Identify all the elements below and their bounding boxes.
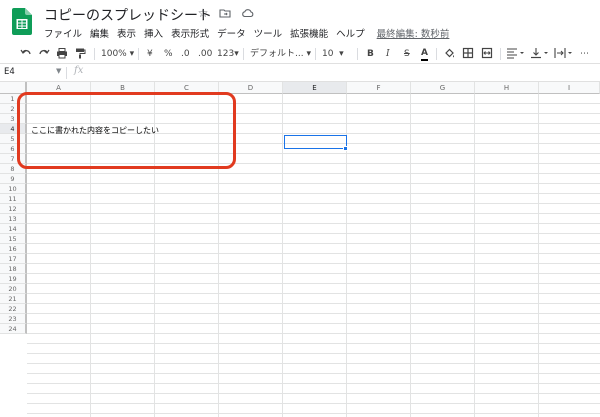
text-color-button[interactable]: A (421, 47, 428, 61)
row-header-15[interactable]: 15 (0, 234, 27, 244)
undo-icon[interactable] (20, 47, 32, 59)
merge-cells-icon[interactable] (481, 47, 493, 59)
annotation-highlight-box (17, 92, 236, 169)
column-header-i[interactable]: I (539, 82, 600, 94)
menu-edit[interactable]: 編集 (90, 26, 109, 40)
vertical-align-icon[interactable] (530, 47, 550, 59)
menu-help[interactable]: ヘルプ (336, 26, 365, 40)
more-options-icon[interactable]: ⋯ (580, 47, 590, 61)
column-header-f[interactable]: F (347, 82, 411, 94)
more-formats-select[interactable]: 123▾ (217, 47, 239, 61)
decrease-decimal-button[interactable]: .0 (181, 47, 190, 61)
row-header-16[interactable]: 16 (0, 244, 27, 254)
menu-format[interactable]: 表示形式 (171, 26, 209, 40)
row-header-24[interactable]: 24 (0, 324, 27, 334)
borders-icon[interactable] (462, 47, 474, 59)
row-header-10[interactable]: 10 (0, 184, 27, 194)
row-header-13[interactable]: 13 (0, 214, 27, 224)
percent-format-button[interactable]: % (164, 47, 173, 61)
last-edit-link[interactable]: 最終編集: 数秒前 (377, 26, 450, 40)
chevron-down-icon[interactable]: ▼ (56, 67, 61, 75)
formula-bar: E4 ▼ fx (0, 64, 600, 82)
row-header-23[interactable]: 23 (0, 314, 27, 324)
menu-insert[interactable]: 挿入 (144, 26, 163, 40)
row-header-20[interactable]: 20 (0, 284, 27, 294)
increase-decimal-button[interactable]: .00 (198, 47, 212, 61)
row-header-21[interactable]: 21 (0, 294, 27, 304)
toolbar: 100% ▾ ¥ % .0 .00 123▾ デフォルト... ▾ 10 ▾ B… (0, 44, 600, 64)
print-icon[interactable] (56, 47, 68, 59)
document-title[interactable]: コピーのスプレッドシート (44, 5, 212, 25)
horizontal-align-icon[interactable] (506, 47, 526, 59)
currency-format-button[interactable]: ¥ (147, 47, 153, 61)
cloud-status-icon[interactable] (240, 6, 254, 22)
paint-format-icon[interactable] (74, 47, 86, 59)
move-folder-icon[interactable] (218, 6, 232, 22)
name-box[interactable]: E4 (4, 67, 15, 77)
menu-file[interactable]: ファイル (44, 26, 82, 40)
title-icons: ☆ (196, 6, 254, 22)
redo-icon[interactable] (38, 47, 50, 59)
column-header-h[interactable]: H (475, 82, 539, 94)
menu-view[interactable]: 表示 (117, 26, 136, 40)
font-family-select[interactable]: デフォルト... ▾ (250, 47, 311, 61)
menu-data[interactable]: データ (217, 26, 246, 40)
row-header-17[interactable]: 17 (0, 254, 27, 264)
menu-extensions[interactable]: 拡張機能 (290, 26, 328, 40)
row-header-12[interactable]: 12 (0, 204, 27, 214)
menu-tools[interactable]: ツール (254, 26, 283, 40)
star-icon[interactable]: ☆ (196, 6, 210, 22)
row-header-11[interactable]: 11 (0, 194, 27, 204)
active-cell-selection[interactable] (284, 135, 347, 149)
bold-button[interactable]: B (367, 47, 374, 61)
function-icon: fx (74, 65, 84, 76)
text-wrap-icon[interactable] (554, 47, 574, 59)
italic-button[interactable]: I (386, 47, 390, 61)
zoom-select[interactable]: 100% ▾ (101, 47, 134, 61)
sheets-logo-icon[interactable] (12, 8, 32, 35)
header: コピーのスプレッドシート ☆ ファイル 編集 表示 挿入 表示形式 データ ツー… (0, 0, 600, 44)
column-header-g[interactable]: G (411, 82, 475, 94)
row-header-14[interactable]: 14 (0, 224, 27, 234)
row-header-9[interactable]: 9 (0, 174, 27, 184)
fill-handle[interactable] (343, 146, 348, 151)
row-header-18[interactable]: 18 (0, 264, 27, 274)
fill-color-icon[interactable] (443, 47, 455, 59)
column-header-e[interactable]: E (283, 82, 347, 94)
row-header-19[interactable]: 19 (0, 274, 27, 284)
menu-bar: ファイル 編集 表示 挿入 表示形式 データ ツール 拡張機能 ヘルプ 最終編集… (44, 26, 449, 40)
strikethrough-button[interactable]: S (404, 47, 410, 61)
row-header-22[interactable]: 22 (0, 304, 27, 314)
font-size-select[interactable]: 10 ▾ (322, 47, 344, 61)
